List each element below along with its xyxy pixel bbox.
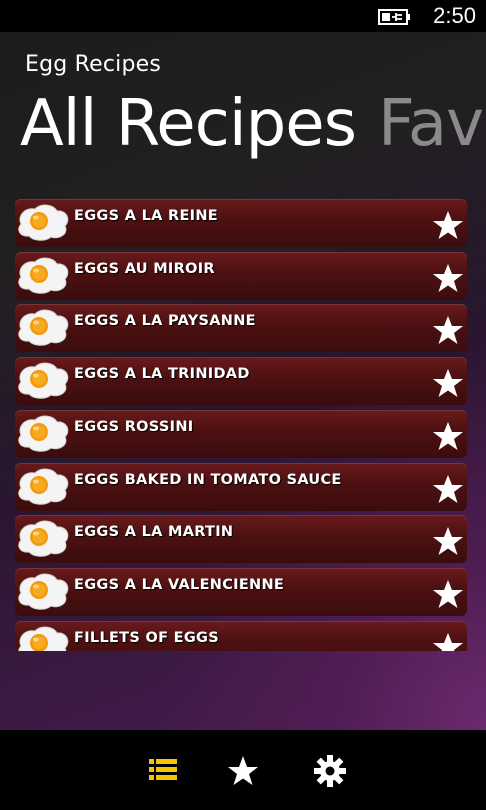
star-icon[interactable] bbox=[432, 474, 464, 504]
fried-egg-icon bbox=[18, 309, 69, 346]
favorites-star-icon[interactable] bbox=[226, 754, 260, 788]
recipe-name: EGGS A LA VALENCIENNE bbox=[74, 577, 285, 593]
fried-egg-icon bbox=[18, 257, 69, 294]
star-icon[interactable] bbox=[432, 263, 464, 293]
recipe-row[interactable]: EGGS BAKED IN TOMATO SAUCE bbox=[15, 463, 467, 511]
recipe-row[interactable]: EGGS AU MIROIR bbox=[15, 252, 467, 300]
status-bar: 2:50 bbox=[0, 0, 486, 32]
star-icon[interactable] bbox=[432, 526, 464, 556]
recipe-name: EGGS A LA REINE bbox=[74, 208, 218, 224]
recipe-name: FILLETS OF EGGS bbox=[74, 630, 219, 646]
recipe-row[interactable]: EGGS ROSSINI bbox=[15, 410, 467, 458]
fried-egg-icon bbox=[18, 626, 69, 651]
recipe-row[interactable]: EGGS A LA TRINIDAD bbox=[15, 357, 467, 405]
app-content: Egg Recipes All Recipes Favorites EGGS A … bbox=[0, 32, 486, 730]
recipe-row[interactable]: FILLETS OF EGGS bbox=[15, 621, 467, 651]
recipe-row[interactable]: EGGS A LA VALENCIENNE bbox=[15, 568, 467, 616]
fried-egg-icon bbox=[18, 415, 69, 452]
star-icon[interactable] bbox=[432, 368, 464, 398]
fried-egg-icon bbox=[18, 573, 69, 610]
star-icon[interactable] bbox=[432, 632, 464, 651]
app-bar bbox=[0, 730, 486, 810]
pivot-item-favorites[interactable]: Favorites bbox=[378, 84, 486, 164]
battery-charging-icon bbox=[378, 9, 410, 25]
recipe-name: EGGS A LA TRINIDAD bbox=[74, 366, 250, 382]
star-icon[interactable] bbox=[432, 210, 464, 240]
recipe-list[interactable]: EGGS A LA REINE EGGS AU MIROIR EGGS A LA P… bbox=[15, 199, 467, 651]
fried-egg-icon bbox=[18, 520, 69, 557]
gear-icon[interactable] bbox=[313, 754, 347, 788]
list-icon[interactable] bbox=[146, 754, 180, 788]
pivot-header: All Recipes Favorites bbox=[20, 84, 486, 164]
clock: 2:50 bbox=[433, 3, 476, 28]
recipe-name: EGGS AU MIROIR bbox=[74, 261, 215, 277]
recipe-row[interactable]: EGGS A LA REINE bbox=[15, 199, 467, 247]
recipe-name: EGGS A LA MARTIN bbox=[74, 524, 234, 540]
app-title: Egg Recipes bbox=[25, 52, 162, 77]
star-icon[interactable] bbox=[432, 315, 464, 345]
recipe-name: EGGS BAKED IN TOMATO SAUCE bbox=[74, 472, 342, 488]
recipe-row[interactable]: EGGS A LA MARTIN bbox=[15, 515, 467, 563]
fried-egg-icon bbox=[18, 468, 69, 505]
star-icon[interactable] bbox=[432, 421, 464, 451]
star-icon[interactable] bbox=[432, 579, 464, 609]
recipe-name: EGGS A LA PAYSANNE bbox=[74, 313, 256, 329]
pivot-item-all-recipes[interactable]: All Recipes bbox=[20, 84, 357, 164]
recipe-row[interactable]: EGGS A LA PAYSANNE bbox=[15, 304, 467, 352]
fried-egg-icon bbox=[18, 362, 69, 399]
fried-egg-icon bbox=[18, 204, 69, 241]
recipe-name: EGGS ROSSINI bbox=[74, 419, 194, 435]
